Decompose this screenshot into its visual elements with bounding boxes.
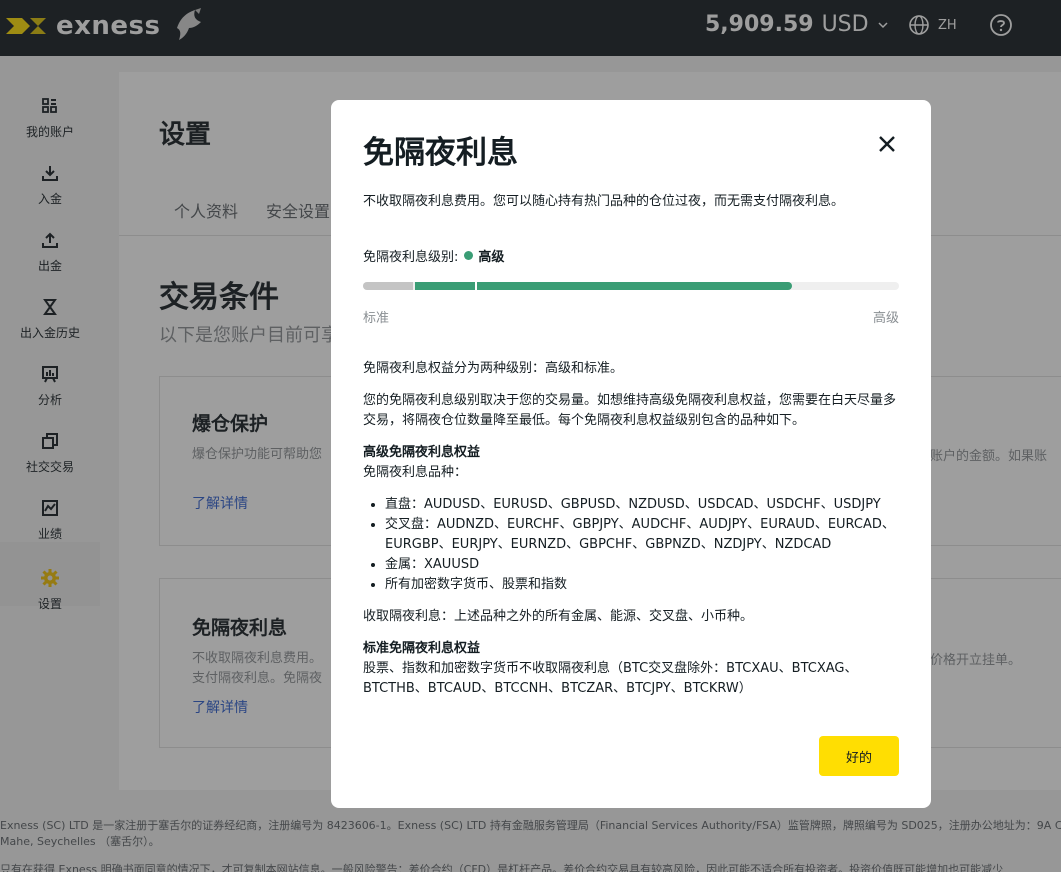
body-paragraph: 收取隔夜利息：上述品种之外的所有金属、能源、交叉盘、小币种。 [363,609,754,624]
progress-segment-standard [363,282,413,290]
scale-min-label: 标准 [363,311,390,326]
ok-button[interactable]: 好的 [819,736,899,776]
level-progress-bar [363,282,899,290]
standard-text: 股票、指数和加密数字货币不收取隔夜利息（BTC交叉盘除外：BTCXAU、BTCX… [363,661,858,696]
body-paragraph: 您的免隔夜利息级别取决于您的交易量。如想维持高级免隔夜利息权益，您需要在白天尽量… [363,393,897,428]
list-item: 直盘：AUDUSD、EURUSD、GBPUSD、NZDUSD、USDCAD、US… [385,495,903,515]
scale-max-label: 高级 [872,311,899,326]
level-value: 高级 [478,250,505,265]
standard-heading: 标准免隔夜利息权益 [363,641,481,656]
modal-body: 免隔夜利息权益分为两种级别：高级和标准。 您的免隔夜利息级别取决于您的交易量。如… [363,359,903,699]
modal-intro: 不收取隔夜利息费用。您可以随心持有热门品种的仓位过夜，而无需支付隔夜利息。 [363,194,845,209]
body-paragraph: 免隔夜利息权益分为两种级别：高级和标准。 [363,361,624,376]
swap-free-level: 免隔夜利息级别: 高级 [363,246,504,265]
list-item: 金属：XAUUSD [385,555,903,575]
list-item: 交叉盘：AUDNZD、EURCHF、GBPJPY、AUDCHF、AUDJPY、E… [385,515,903,555]
swap-free-modal: 免隔夜利息 不收取隔夜利息费用。您可以随心持有热门品种的仓位过夜，而无需支付隔夜… [331,100,931,808]
close-icon[interactable] [875,132,899,156]
level-status-dot [464,251,474,260]
progress-fill [415,282,792,290]
modal-title: 免隔夜利息 [363,135,518,171]
level-label: 免隔夜利息级别: [363,250,459,265]
list-item: 所有加密数字货币、股票和指数 [385,575,903,595]
progress-divider [475,282,477,290]
premium-instrument-list: 直盘：AUDUSD、EURUSD、GBPUSD、NZDUSD、USDCAD、US… [385,495,903,595]
premium-heading: 高级免隔夜利息权益 [363,445,481,460]
premium-subheading: 免隔夜利息品种： [363,465,468,480]
